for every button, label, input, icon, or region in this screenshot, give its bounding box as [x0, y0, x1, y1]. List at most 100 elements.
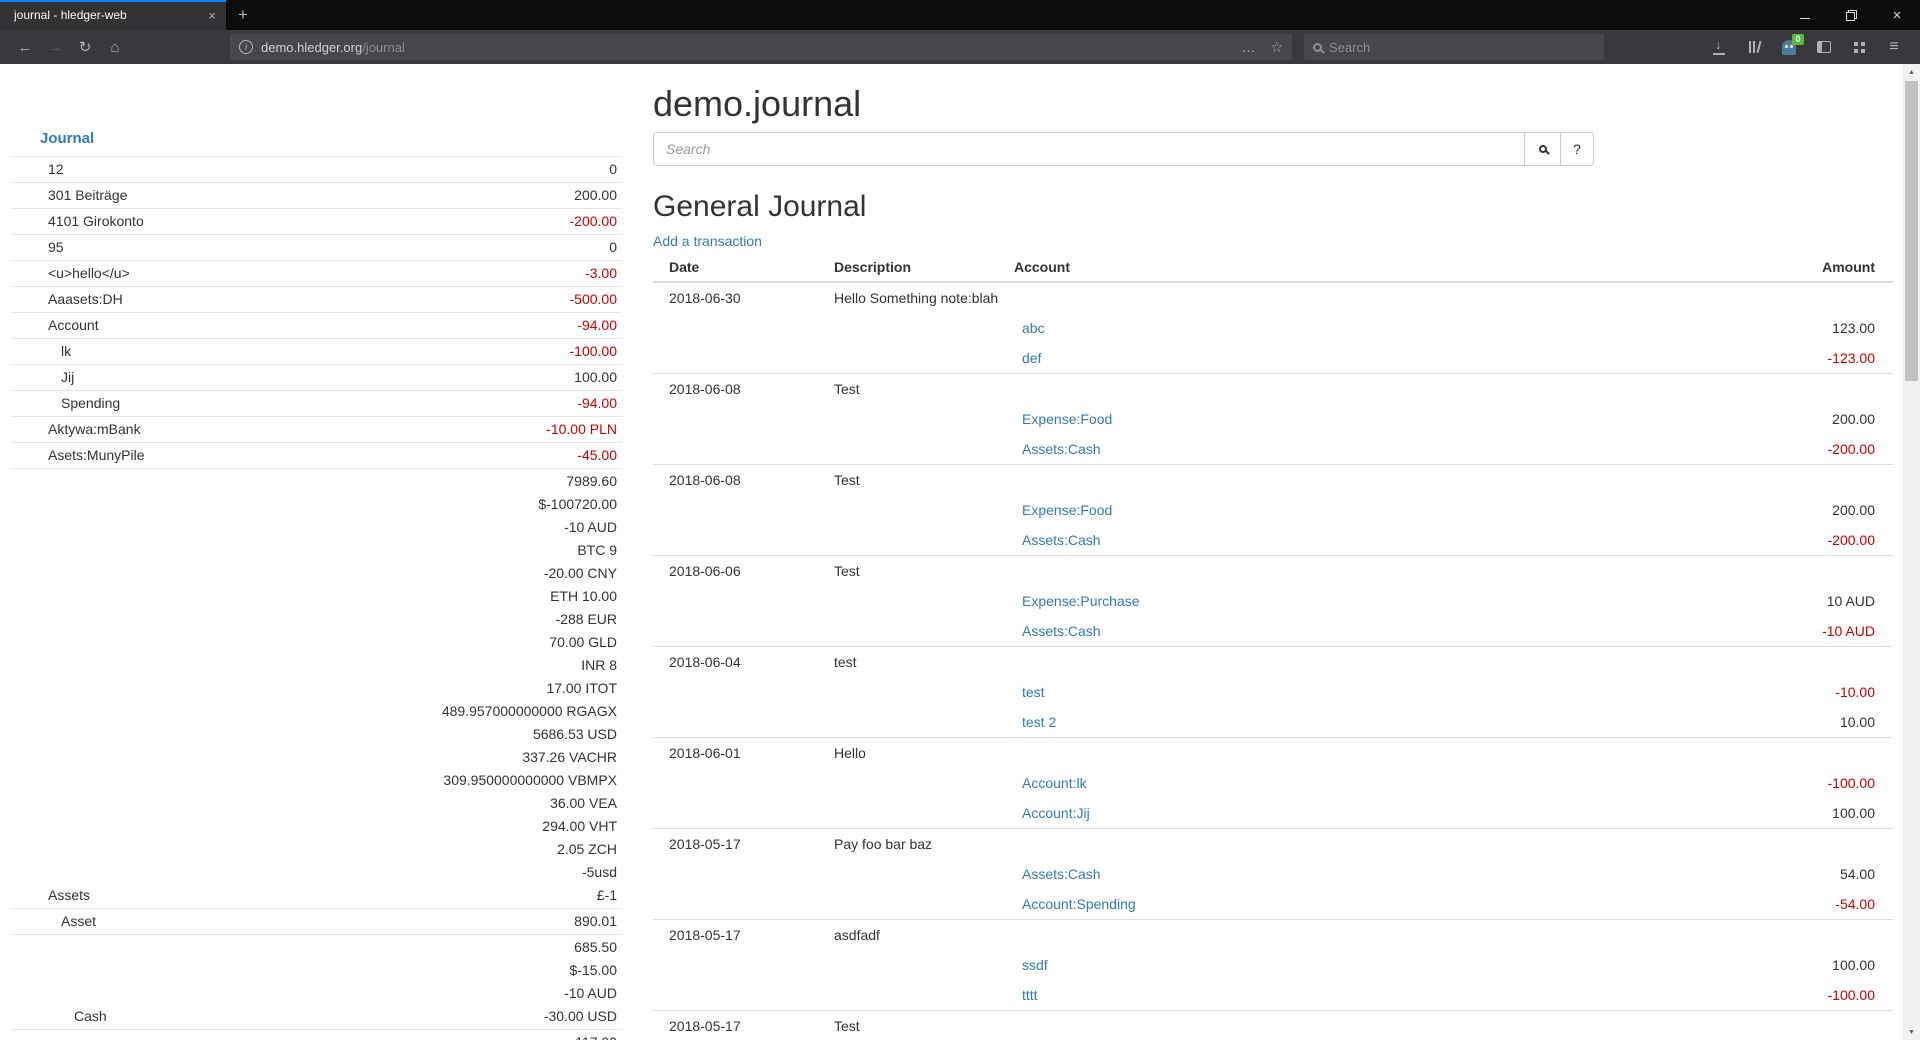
posting-account-link[interactable]: Account:lk — [1014, 774, 1087, 792]
search-help-button[interactable]: ? — [1561, 132, 1594, 166]
sidebar-account-name[interactable]: Jij — [12, 366, 574, 389]
sidebar-account-row[interactable]: <u>hello</u>-3.00 — [12, 260, 622, 286]
page-scrollbar[interactable]: ▲ ▼ — [1903, 64, 1920, 1040]
posting-account-link[interactable]: Account:Spending — [1014, 895, 1136, 913]
forward-button[interactable]: → — [40, 33, 70, 61]
page-info-icon[interactable]: i — [239, 40, 253, 54]
download-button[interactable] — [1705, 33, 1733, 61]
sidebar-account-row[interactable]: 4101 Girokonto-200.00 — [12, 208, 622, 234]
posting-row: abc123.00 — [653, 313, 1893, 343]
posting-account-link[interactable]: Expense:Purchase — [1014, 592, 1140, 610]
sidebar-account-name[interactable]: 12 — [12, 158, 609, 181]
journal-search-form: ? — [653, 132, 1893, 166]
posting-row: Account:Spending-54.00 — [653, 889, 1893, 920]
transaction-group: 2018-06-08TestExpense:Food200.00Assets:C… — [653, 374, 1893, 465]
transaction-title-row: 2018-06-30Hello Something note:blah — [653, 282, 1893, 313]
sidebar-account-name[interactable]: lk — [12, 340, 570, 363]
add-transaction-link[interactable]: Add a transaction — [653, 233, 762, 249]
new-tab-button[interactable]: + — [226, 0, 260, 30]
sidebar-account-amount: -10 AUD — [544, 982, 617, 1005]
sidebar-account-name[interactable]: Aaasets:DH — [12, 288, 570, 311]
posting-account-link[interactable]: Assets:Cash — [1014, 440, 1101, 458]
window-restore-button[interactable] — [1828, 0, 1874, 30]
sidebar-account-name[interactable]: Aktywa:mBank — [12, 418, 546, 441]
scroll-down-icon[interactable]: ▼ — [1903, 1024, 1920, 1040]
sidebar-journal-link[interactable]: Journal — [40, 130, 94, 147]
posting-account-cell: Expense:Food — [1014, 495, 1434, 525]
extension-button[interactable]: 0 — [1775, 33, 1803, 61]
browser-search[interactable] — [1304, 34, 1604, 60]
sidebar-account-row[interactable]: 120 — [12, 156, 622, 182]
scrollbar-thumb[interactable] — [1905, 81, 1918, 381]
library-button[interactable] — [1740, 33, 1768, 61]
home-button[interactable]: ⌂ — [100, 33, 130, 61]
sidebar-account-amount: INR 8 — [442, 654, 617, 677]
posting-account-cell: Assets:Cash — [1014, 859, 1434, 889]
posting-account-cell: ssdf — [1014, 950, 1434, 980]
menu-button[interactable]: ≡ — [1880, 33, 1908, 61]
sidebar-account-row[interactable]: Cash685.50$-15.00-10 AUD-30.00 USD — [12, 934, 622, 1029]
sidebar-account-name[interactable]: 301 Beiträge — [12, 184, 574, 207]
journal-search-input[interactable] — [653, 132, 1525, 166]
sidebar-account-name[interactable]: 95 — [12, 236, 609, 259]
page-actions-icon[interactable]: … — [1241, 39, 1255, 55]
sidebar-account-row[interactable]: 301 Beiträge200.00 — [12, 182, 622, 208]
posting-account-link[interactable]: ssdf — [1014, 956, 1048, 974]
posting-description-spacer — [834, 859, 1014, 889]
posting-account-link[interactable]: def — [1014, 349, 1041, 367]
posting-account-link[interactable]: tttt — [1014, 986, 1038, 1004]
posting-account-link[interactable]: Expense:Food — [1014, 410, 1112, 428]
toolbar-icons: 0 ≡ — [1705, 33, 1910, 61]
posting-account-link[interactable]: Expense:Food — [1014, 501, 1112, 519]
sidebar-account-row[interactable]: Aktywa:mBank-10.00 PLN — [12, 416, 622, 442]
sidebar-account-row[interactable]: Assets7989.60$-100720.00-10 AUDBTC 9-20.… — [12, 468, 622, 908]
posting-account-link[interactable]: Account:Jij — [1014, 804, 1090, 822]
posting-row: Account:lk-100.00 — [653, 768, 1893, 798]
sidebar-account-row[interactable]: Asets:MunyPile-45.00 — [12, 442, 622, 468]
bookmark-star-icon[interactable]: ☆ — [1270, 39, 1283, 56]
transaction-title-row: 2018-05-17Test — [653, 1011, 1893, 1040]
window-close-button[interactable]: × — [1874, 0, 1920, 30]
sidebar-account-amount: 890.01 — [574, 910, 617, 933]
posting-account-link[interactable]: test 2 — [1014, 713, 1056, 731]
posting-account-link[interactable]: Assets:Cash — [1014, 531, 1101, 549]
sidebar-toggle-button[interactable] — [1810, 33, 1838, 61]
sidebar-account-row[interactable]: Spending-94.00 — [12, 390, 622, 416]
sidebar-account-name[interactable]: Asets:MunyPile — [12, 444, 577, 467]
sidebar-account-name[interactable]: Account — [12, 314, 577, 337]
reload-button[interactable]: ↻ — [70, 33, 100, 61]
sidebar-account-row[interactable]: Aaasets:DH-500.00 — [12, 286, 622, 312]
window-minimize-button[interactable] — [1782, 0, 1828, 30]
sidebar-account-row[interactable]: Jij100.00 — [12, 364, 622, 390]
url-bar[interactable]: i demo.hledger.org/journal … ☆ — [230, 34, 1292, 60]
sidebar-account-name[interactable]: Spending — [12, 392, 577, 415]
posting-description-spacer — [834, 404, 1014, 434]
sidebar-account-name[interactable]: Asset — [12, 910, 574, 933]
journal-search-button[interactable] — [1525, 132, 1561, 166]
sidebar-account-row[interactable]: -117.00 — [12, 1029, 622, 1040]
sidebar-account-row[interactable]: Account-94.00 — [12, 312, 622, 338]
apps-grid-button[interactable] — [1845, 33, 1873, 61]
posting-date-spacer — [653, 586, 834, 616]
sidebar-account-name[interactable]: 4101 Girokonto — [12, 210, 570, 233]
browser-search-input[interactable] — [1329, 40, 1595, 55]
posting-account-link[interactable]: Assets:Cash — [1014, 865, 1101, 883]
sidebar-account-name[interactable]: Assets — [12, 884, 442, 907]
sidebar-account-name[interactable]: <u>hello</u> — [12, 262, 585, 285]
sidebar-account-row[interactable]: lk-100.00 — [12, 338, 622, 364]
browser-tab[interactable]: journal - hledger-web × — [0, 0, 226, 30]
posting-date-spacer — [653, 525, 834, 556]
sidebar-account-row[interactable]: Asset890.01 — [12, 908, 622, 934]
sidebar-account-amount: 100.00 — [574, 366, 617, 389]
posting-account-link[interactable]: test — [1014, 683, 1045, 701]
sidebar-account-amount: 200.00 — [574, 184, 617, 207]
scroll-up-icon[interactable]: ▲ — [1903, 64, 1920, 80]
tab-close-icon[interactable]: × — [208, 9, 216, 22]
posting-account-link[interactable]: abc — [1014, 319, 1045, 337]
transaction-group: 2018-06-08TestExpense:Food200.00Assets:C… — [653, 465, 1893, 556]
back-button[interactable]: ← — [10, 33, 40, 61]
sidebar-account-row[interactable]: 950 — [12, 234, 622, 260]
sidebar-account-name[interactable]: Cash — [12, 1005, 544, 1028]
posting-account-link[interactable]: Assets:Cash — [1014, 622, 1101, 640]
tab-title: journal - hledger-web — [14, 8, 200, 22]
